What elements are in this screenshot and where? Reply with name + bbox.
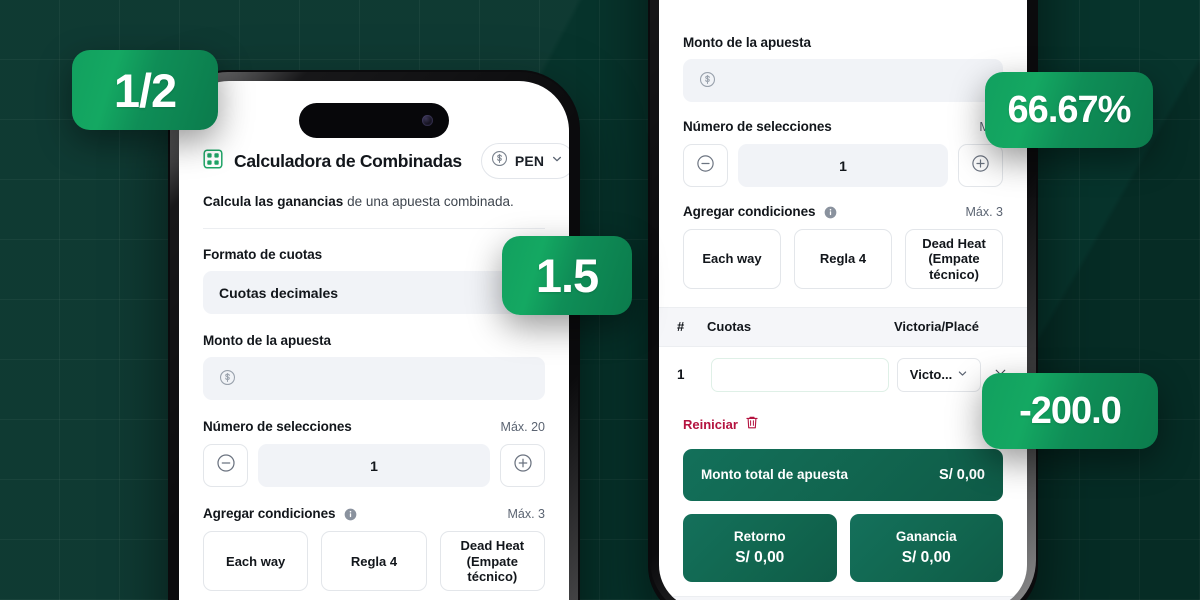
- phone-mockup-left: Calculadora de Combinadas PEN Calcula la…: [168, 70, 580, 600]
- front-camera-icon: [422, 115, 433, 126]
- row-market-value: Victo...: [909, 367, 953, 383]
- selections-value[interactable]: 1: [738, 144, 948, 187]
- selections-max-note: Máx. 20: [500, 420, 545, 435]
- conditions-label: Agregar condiciones: [683, 204, 837, 219]
- page-subtitle-bold: Calcula las ganancias: [203, 194, 344, 209]
- odds-table-header: # Cuotas Victoria/Placé: [659, 306, 1027, 347]
- total-stake-value: S/ 0,00: [939, 466, 985, 483]
- odds-format-select[interactable]: Cuotas decimales: [203, 271, 545, 315]
- page-subtitle-rest: de una apuesta combinada.: [343, 194, 514, 209]
- info-icon[interactable]: [824, 206, 837, 219]
- stake-input[interactable]: [683, 59, 1003, 102]
- result-card-retorno: Retorno S/ 0,00: [683, 513, 837, 582]
- column-header-odds: Cuotas: [707, 319, 752, 335]
- screenshot-canvas: Monto de la apuesta Número de seleccione…: [0, 0, 1200, 600]
- conditions-button-group: Each way Regla 4 Dead Heat (Empate técni…: [203, 531, 545, 592]
- total-stake-label: Monto total de apuesta: [701, 467, 849, 483]
- fraction-badge: 1/2: [72, 50, 218, 130]
- reset-row: Reiniciar: [659, 403, 1027, 435]
- condition-dead-heat-button[interactable]: Dead Heat (Empate técnico): [905, 229, 1003, 289]
- dollar-circle-icon: [699, 71, 716, 91]
- condition-each-way-button[interactable]: Each way: [683, 229, 781, 289]
- page-title: Calculadora de Combinadas: [234, 150, 462, 171]
- title-row: Calculadora de Combinadas PEN: [203, 143, 569, 179]
- selections-increment-button[interactable]: [958, 144, 1003, 187]
- stake-input[interactable]: [203, 357, 545, 401]
- minus-circle-icon: [696, 154, 715, 178]
- conditions-label-text: Agregar condiciones: [203, 506, 336, 522]
- currency-code: PEN: [514, 153, 545, 169]
- conditions-max-note: Máx. 3: [965, 205, 1003, 219]
- phone-mockup-right: Monto de la apuesta Número de seleccione…: [648, 0, 1038, 600]
- total-stake-bar: Monto total de apuesta S/ 0,00: [683, 448, 1003, 501]
- column-header-market: Victoria/Placé: [894, 319, 980, 335]
- condition-each-way-button[interactable]: Each way: [203, 531, 309, 592]
- conditions-label-text: Agregar condiciones: [683, 204, 816, 219]
- selections-label: Número de selecciones: [683, 119, 832, 134]
- calculator-app-right: Monto de la apuesta Número de seleccione…: [659, 0, 1027, 600]
- ganancia-value: S/ 0,00: [901, 548, 951, 566]
- retorno-value: S/ 0,00: [735, 548, 785, 566]
- column-header-index: #: [677, 319, 685, 335]
- decimal-badge: 1.5: [502, 236, 632, 315]
- selections-stepper: 1: [683, 144, 1003, 187]
- row-odds-input[interactable]: [711, 357, 889, 392]
- results-row: Retorno S/ 0,00 Ganancia S/ 0,00: [683, 513, 1003, 582]
- info-icon[interactable]: [344, 508, 357, 521]
- dollar-circle-icon: [219, 369, 236, 389]
- conditions-button-group: Each way Regla 4 Dead Heat (Empate técni…: [683, 229, 1003, 289]
- condition-regla-4-button[interactable]: Regla 4: [794, 229, 892, 289]
- dead-heat-line-1: Dead Heat: [460, 538, 525, 554]
- plus-circle-icon: [513, 453, 533, 478]
- american-badge: -200.0: [982, 373, 1158, 449]
- minus-circle-icon: [216, 453, 236, 478]
- reset-button[interactable]: Reiniciar: [683, 417, 738, 432]
- retorno-label: Retorno: [733, 528, 786, 544]
- condition-regla-4-button[interactable]: Regla 4: [321, 531, 427, 592]
- selections-increment-button[interactable]: [500, 444, 545, 488]
- selections-stepper: 1: [203, 444, 545, 488]
- plus-circle-icon: [971, 154, 990, 178]
- currency-selector[interactable]: PEN: [480, 143, 569, 179]
- dead-heat-line-3: técnico): [467, 568, 518, 584]
- selections-value[interactable]: 1: [258, 444, 490, 488]
- ganancia-label: Ganancia: [895, 528, 957, 544]
- conditions-max-note: Máx. 3: [507, 507, 545, 522]
- selections-label: Número de selecciones: [203, 419, 352, 435]
- page-subtitle: Calcula las ganancias de una apuesta com…: [203, 193, 545, 211]
- bottom-strip-right: [659, 595, 1027, 600]
- odds-format-label: Formato de cuotas: [203, 247, 323, 263]
- trash-icon[interactable]: [745, 415, 759, 435]
- row-index: 1: [677, 367, 685, 383]
- selections-decrement-button[interactable]: [203, 444, 248, 488]
- table-row: 1 Victo...: [659, 347, 1027, 403]
- dead-heat-line-3: técnico): [929, 266, 979, 282]
- dynamic-island: [299, 103, 449, 138]
- conditions-label: Agregar condiciones: [203, 506, 357, 521]
- row-market-select[interactable]: Victo...: [897, 357, 981, 392]
- dead-heat-line-1: Dead Heat: [922, 236, 986, 251]
- calculator-app-left: Calculadora de Combinadas PEN Calcula la…: [179, 81, 569, 600]
- calculator-grid-icon: [203, 148, 223, 174]
- chevron-down-icon: [551, 152, 563, 170]
- dead-heat-line-2: (Empate: [466, 553, 518, 569]
- dollar-circle-icon: [491, 150, 508, 172]
- result-card-ganancia: Ganancia S/ 0,00: [849, 513, 1003, 582]
- stake-label: Monto de la apuesta: [683, 35, 811, 50]
- selections-decrement-button[interactable]: [683, 144, 728, 187]
- phone-screen-right: Monto de la apuesta Número de seleccione…: [659, 0, 1027, 600]
- phone-screen-left: Calculadora de Combinadas PEN Calcula la…: [179, 81, 569, 600]
- chevron-down-icon: [957, 367, 968, 382]
- dead-heat-line-2: (Empate: [928, 251, 980, 267]
- stake-label: Monto de la apuesta: [203, 333, 331, 349]
- condition-dead-heat-button[interactable]: Dead Heat (Empate técnico): [439, 531, 545, 592]
- percent-badge: 66.67%: [985, 72, 1153, 148]
